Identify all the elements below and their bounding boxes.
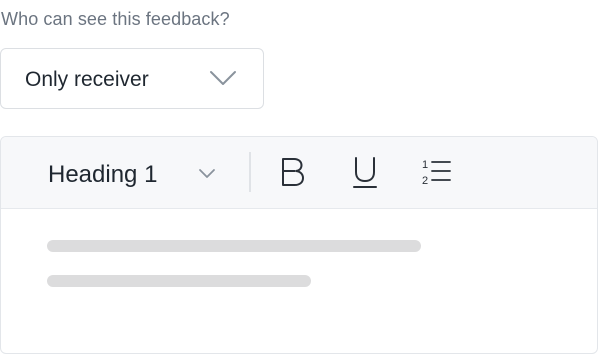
ordered-list-icon: 1 2 [422, 159, 451, 187]
underline-icon [353, 157, 377, 188]
visibility-label: Who can see this feedback? [1, 9, 230, 29]
underline-button[interactable] [348, 154, 382, 190]
bold-icon [282, 158, 304, 186]
toolbar-divider [249, 152, 251, 192]
visibility-select[interactable]: Only receiver [0, 48, 264, 109]
heading-style-select[interactable]: Heading 1 [35, 149, 225, 197]
svg-text:2: 2 [422, 175, 428, 187]
ordered-list-button[interactable]: 1 2 [420, 154, 454, 190]
editor-toolbar: Heading 1 1 2 [1, 137, 597, 209]
rich-text-editor: Heading 1 1 2 [0, 136, 598, 354]
chevron-down-icon [210, 71, 236, 85]
heading-style-value: Heading 1 [48, 161, 158, 188]
visibility-select-value: Only receiver [25, 68, 149, 91]
loading-placeholder-line [47, 240, 421, 252]
svg-text:1: 1 [422, 159, 428, 171]
editor-body[interactable] [1, 209, 597, 353]
bold-button[interactable] [276, 154, 310, 190]
chevron-down-icon [199, 169, 215, 178]
loading-placeholder-line [47, 275, 311, 287]
